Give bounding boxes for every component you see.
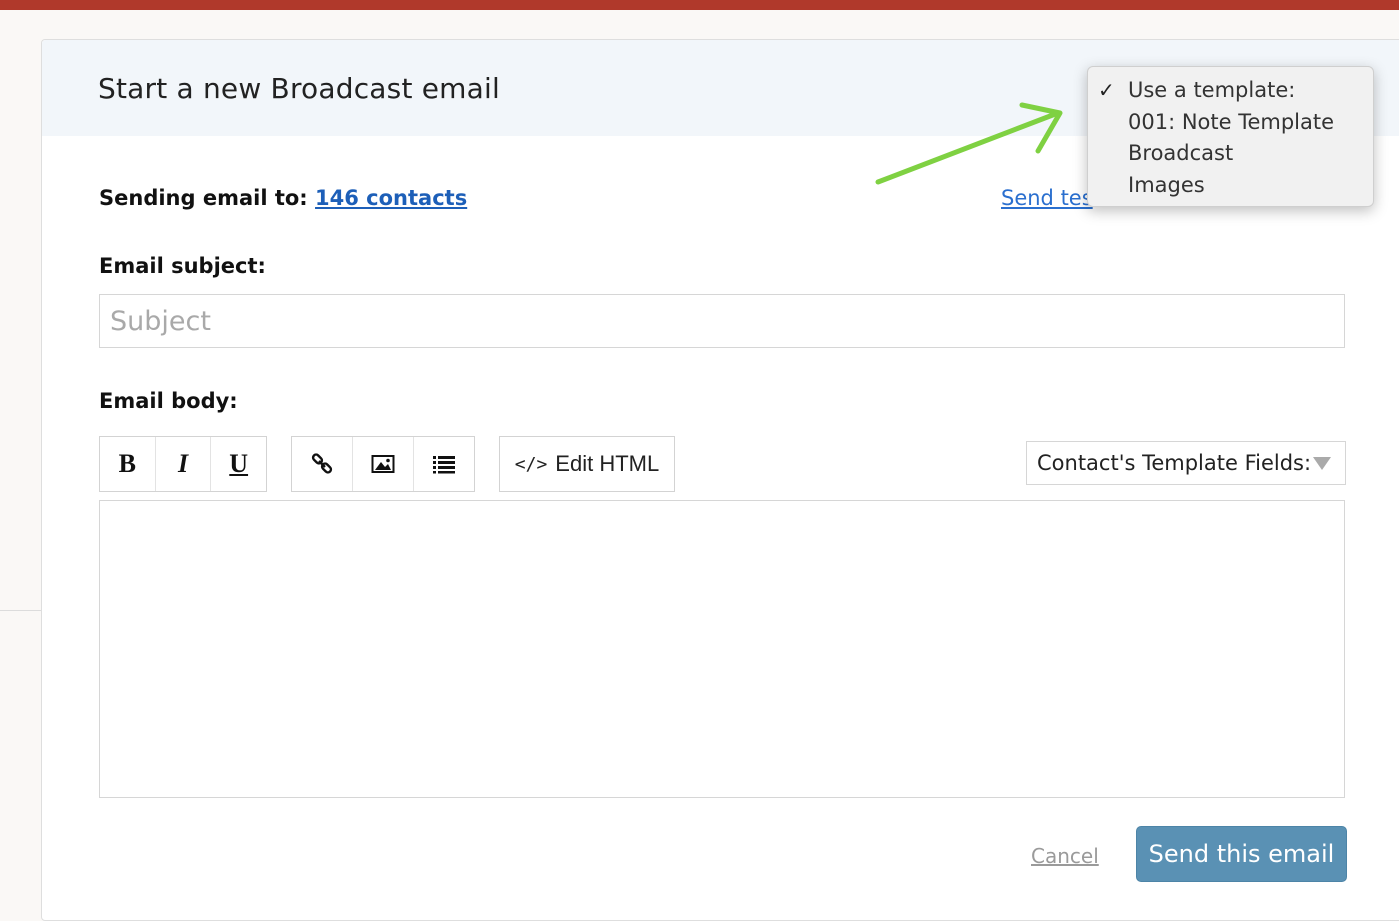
subject-input[interactable] bbox=[99, 294, 1345, 348]
template-fields-select[interactable]: Contact's Template Fields: bbox=[1026, 441, 1346, 485]
recipients-line: Sending email to: 146 contacts bbox=[99, 186, 467, 210]
arrow-annotation-icon bbox=[875, 102, 1063, 185]
edit-html-button[interactable]: </> Edit HTML bbox=[499, 436, 675, 492]
template-option-label: 001: Note Template bbox=[1128, 109, 1335, 134]
template-option-label: Images bbox=[1128, 172, 1205, 197]
chevron-down-icon bbox=[1313, 456, 1331, 470]
format-toolbar-group: B I U bbox=[99, 436, 267, 492]
insert-toolbar-group bbox=[291, 436, 475, 492]
template-option-label: Broadcast bbox=[1128, 141, 1234, 165]
send-email-button[interactable]: Send this email bbox=[1136, 826, 1347, 882]
list-icon bbox=[433, 456, 455, 474]
italic-icon: I bbox=[177, 449, 189, 478]
template-dropdown-menu: ✓ Use a template: 001: Note Template Bro… bbox=[1087, 66, 1374, 207]
subject-label: Email subject: bbox=[99, 254, 266, 278]
image-icon bbox=[371, 455, 395, 473]
checkmark-icon: ✓ bbox=[1098, 78, 1115, 102]
contacts-link[interactable]: 146 contacts bbox=[315, 186, 467, 210]
bold-button[interactable]: B bbox=[100, 437, 156, 491]
edit-html-label: Edit HTML bbox=[555, 451, 660, 476]
template-option-label: Use a template: bbox=[1128, 78, 1296, 102]
bold-icon: B bbox=[118, 449, 136, 478]
insert-image-button[interactable] bbox=[353, 437, 414, 491]
link-icon bbox=[311, 453, 333, 474]
recipients-label: Sending email to: bbox=[99, 186, 308, 210]
template-option-note-template[interactable]: 001: Note Template bbox=[1088, 107, 1373, 139]
template-option-images[interactable]: Images bbox=[1088, 170, 1373, 202]
underline-button[interactable]: U bbox=[211, 437, 266, 491]
italic-button[interactable]: I bbox=[156, 437, 212, 491]
page-title: Start a new Broadcast email bbox=[98, 72, 500, 105]
underline-icon: U bbox=[229, 449, 249, 478]
insert-link-button[interactable] bbox=[292, 437, 353, 491]
top-bar bbox=[0, 0, 1399, 10]
email-body-editor[interactable] bbox=[99, 500, 1345, 798]
template-fields-label: Contact's Template Fields: bbox=[1037, 451, 1312, 475]
template-option-use-template[interactable]: ✓ Use a template: bbox=[1088, 75, 1373, 107]
cancel-link[interactable]: Cancel bbox=[1031, 844, 1099, 868]
sidebar-divider bbox=[0, 610, 41, 611]
insert-list-button[interactable] bbox=[414, 437, 474, 491]
body-label: Email body: bbox=[99, 389, 238, 413]
code-icon: </> bbox=[514, 453, 548, 475]
template-option-broadcast[interactable]: Broadcast bbox=[1088, 138, 1373, 170]
